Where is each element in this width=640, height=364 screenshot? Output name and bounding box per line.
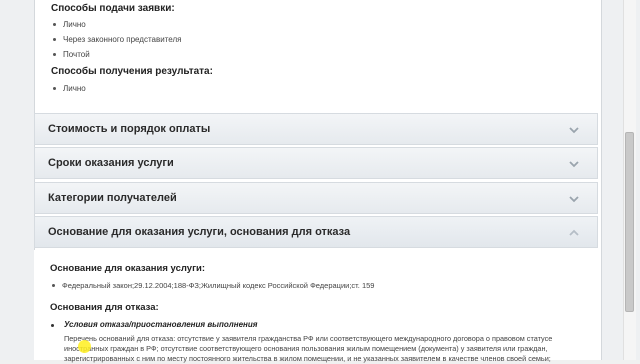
scrollbar-thumb[interactable] [625, 132, 634, 312]
refusal-heading: Основания для отказа: [50, 302, 159, 313]
basis-list: Федеральный закон;29.12.2004;188-ФЗ;Жили… [50, 278, 374, 293]
list-item: Лично [51, 17, 181, 32]
browser-viewport: Способы подачи заявки: Лично Через закон… [0, 0, 640, 363]
list-item: Почтой [51, 47, 181, 62]
result-heading: Способы получения результата: [51, 66, 213, 77]
accordion-categories[interactable]: Категории получателей [34, 182, 598, 214]
chevron-down-icon [569, 127, 579, 134]
condition-heading: Условия отказа/приостановления выполнени… [50, 320, 258, 329]
accordion-grounds[interactable]: Основание для оказания услуги, основания… [34, 216, 598, 248]
chevron-down-icon [569, 161, 579, 168]
submission-list: Лично Через законного представителя Почт… [51, 17, 181, 62]
cursor-highlight [78, 340, 91, 353]
accordion-title: Стоимость и порядок оплаты [48, 123, 211, 135]
basis-heading: Основание для оказания услуги: [50, 263, 206, 274]
chevron-down-icon [569, 196, 579, 203]
submission-heading: Способы подачи заявки: [51, 3, 175, 14]
accordion-cost[interactable]: Стоимость и порядок оплаты [34, 113, 598, 145]
accordion-title: Основание для оказания услуги, основания… [48, 226, 351, 238]
list-item: Лично [51, 81, 86, 96]
result-list: Лично [51, 81, 86, 96]
accordion-title: Сроки оказания услуги [48, 157, 174, 169]
list-item: Через законного представителя [51, 32, 181, 47]
accordion-grounds-body: Основание для оказания услуги: Федеральн… [34, 250, 598, 363]
chevron-up-icon [569, 229, 579, 236]
accordion-terms[interactable]: Сроки оказания услуги [34, 147, 598, 179]
accordion-title: Категории получателей [48, 192, 177, 204]
list-item: Федеральный закон;29.12.2004;188-ФЗ;Жили… [50, 278, 374, 293]
